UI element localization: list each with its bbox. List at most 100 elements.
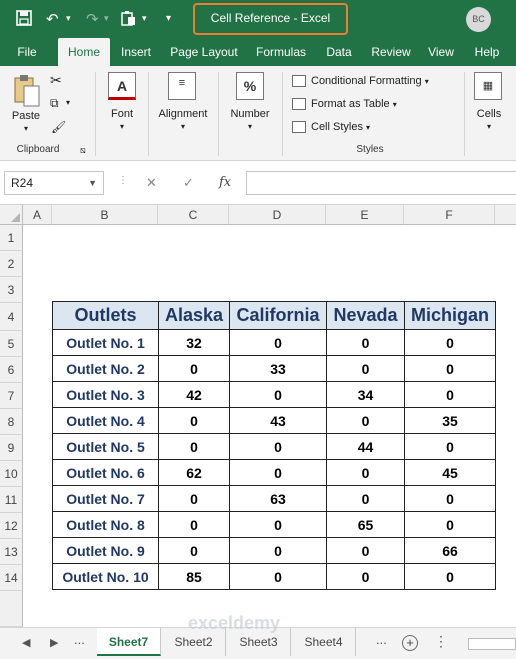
table-cell[interactable]: 85 (158, 563, 230, 590)
table-cell[interactable]: 0 (404, 381, 496, 408)
alignment-button[interactable]: ≡ Alignment ▾ (152, 72, 214, 138)
table-cell[interactable]: 0 (158, 511, 230, 538)
user-avatar[interactable]: BC (466, 7, 491, 32)
paste-icon[interactable] (120, 10, 136, 30)
table-cell[interactable]: 0 (404, 511, 496, 538)
table-cell[interactable]: 0 (326, 407, 405, 434)
table-cell[interactable]: 43 (229, 407, 327, 434)
redo-icon[interactable]: ↷ (86, 10, 99, 28)
table-cell[interactable]: 0 (229, 433, 327, 460)
enter-icon[interactable]: ✓ (183, 175, 194, 191)
cells-button[interactable]: ▦ Cells ▾ (468, 72, 510, 138)
table-cell[interactable]: 44 (326, 433, 405, 460)
tab-page-layout[interactable]: Page Layout (166, 38, 242, 66)
table-cell[interactable]: 0 (326, 329, 405, 356)
table-cell[interactable]: 0 (158, 485, 230, 512)
select-all-button[interactable] (0, 205, 23, 225)
table-cell[interactable]: 62 (158, 459, 230, 486)
row-header-13[interactable]: 13 (0, 539, 23, 565)
tab-file[interactable]: File (8, 38, 46, 66)
table-cell[interactable]: 0 (158, 355, 230, 382)
customize-icon[interactable]: ▾ (166, 10, 171, 28)
table-cell[interactable]: 63 (229, 485, 327, 512)
table-cell[interactable]: 32 (158, 329, 230, 356)
table-header-cell[interactable]: Nevada (326, 301, 405, 330)
row-header-7[interactable]: 7 (0, 383, 23, 409)
cell-styles-button[interactable]: Cell Styles ▾ (292, 117, 370, 137)
row-header-1[interactable]: 1 (0, 225, 23, 251)
next-sheet-icon[interactable]: ▶ (50, 636, 58, 649)
paste-button[interactable]: Paste ▾ (10, 74, 42, 134)
row-header-3[interactable]: 3 (0, 277, 23, 303)
row-header-11[interactable]: 11 (0, 487, 23, 513)
tab-insert[interactable]: Insert (112, 38, 160, 66)
table-cell[interactable]: 34 (326, 381, 405, 408)
tab-formulas[interactable]: Formulas (250, 38, 312, 66)
table-cell[interactable]: 0 (229, 537, 327, 564)
row-header-14[interactable]: 14 (0, 565, 23, 591)
column-header-b[interactable]: B (52, 205, 158, 225)
row-header-9[interactable]: 9 (0, 435, 23, 461)
name-box[interactable]: R24 ▼ (4, 171, 104, 195)
table-cell[interactable]: Outlet No. 5 (52, 433, 159, 460)
row-header-5[interactable]: 5 (0, 331, 23, 357)
column-header-d[interactable]: D (229, 205, 326, 225)
table-cell[interactable]: 0 (229, 511, 327, 538)
column-header-e[interactable]: E (326, 205, 404, 225)
sheet-tab-sheet7[interactable]: Sheet7 (97, 628, 161, 656)
table-cell[interactable]: 0 (229, 459, 327, 486)
table-cell[interactable]: Outlet No. 3 (52, 381, 159, 408)
table-cell[interactable]: 0 (326, 485, 405, 512)
clipboard-launcher-icon[interactable]: ⧅ (80, 145, 86, 156)
tab-review[interactable]: Review (366, 38, 416, 66)
conditional-formatting-button[interactable]: Conditional Formatting ▾ (292, 71, 429, 91)
table-cell[interactable]: Outlet No. 10 (52, 563, 159, 590)
table-cell[interactable]: 0 (229, 329, 327, 356)
table-cell[interactable]: 45 (404, 459, 496, 486)
more-sheets-right-icon[interactable]: ... (376, 632, 387, 647)
row-header-10[interactable]: 10 (0, 461, 23, 487)
table-cell[interactable]: 66 (404, 537, 496, 564)
cancel-icon[interactable]: ✕ (146, 175, 157, 191)
table-cell[interactable]: 0 (158, 433, 230, 460)
copy-icon[interactable]: ⧉ (50, 96, 59, 111)
tab-view[interactable]: View (422, 38, 460, 66)
more-sheets-left-icon[interactable]: ... (74, 632, 85, 647)
worksheet-grid[interactable]: A B C D E F 1 2 3 4 5 6 7 8 9 10 11 12 1… (0, 205, 516, 627)
row-header-12[interactable]: 12 (0, 513, 23, 539)
table-cell[interactable]: Outlet No. 8 (52, 511, 159, 538)
redo-dropdown-icon[interactable]: ▾ (104, 10, 109, 28)
save-icon[interactable] (16, 10, 32, 30)
table-cell[interactable]: 0 (404, 563, 496, 590)
format-as-table-button[interactable]: Format as Table ▾ (292, 94, 397, 114)
tab-data[interactable]: Data (320, 38, 358, 66)
table-cell[interactable]: 0 (404, 433, 496, 460)
table-cell[interactable]: 0 (158, 407, 230, 434)
column-header-f[interactable]: F (404, 205, 495, 225)
row-header-4[interactable]: 4 (0, 303, 23, 331)
column-header-a[interactable]: A (23, 205, 52, 225)
copy-dropdown-icon[interactable]: ▾ (66, 98, 70, 107)
table-cell[interactable]: Outlet No. 6 (52, 459, 159, 486)
table-header-cell[interactable]: Alaska (158, 301, 230, 330)
formula-input[interactable] (246, 171, 516, 195)
table-cell[interactable]: 0 (229, 563, 327, 590)
font-button[interactable]: A Font ▾ (102, 72, 142, 138)
table-cell[interactable]: Outlet No. 1 (52, 329, 159, 356)
table-cell[interactable]: 0 (326, 355, 405, 382)
cut-icon[interactable]: ✂ (50, 72, 62, 89)
name-box-dropdown-icon[interactable]: ▼ (88, 172, 97, 194)
undo-icon[interactable]: ↶ (46, 10, 59, 28)
table-cell[interactable]: Outlet No. 7 (52, 485, 159, 512)
row-header-2[interactable]: 2 (0, 251, 23, 277)
row-header-6[interactable]: 6 (0, 357, 23, 383)
table-cell[interactable]: 65 (326, 511, 405, 538)
paste-dropdown-icon[interactable]: ▾ (142, 10, 147, 28)
row-header-8[interactable]: 8 (0, 409, 23, 435)
format-painter-icon[interactable]: 🖌 (51, 120, 66, 134)
table-cell[interactable]: 0 (158, 537, 230, 564)
table-cell[interactable]: 35 (404, 407, 496, 434)
table-cell[interactable]: Outlet No. 2 (52, 355, 159, 382)
table-cell[interactable]: 0 (404, 329, 496, 356)
horizontal-scrollbar[interactable] (468, 638, 516, 650)
